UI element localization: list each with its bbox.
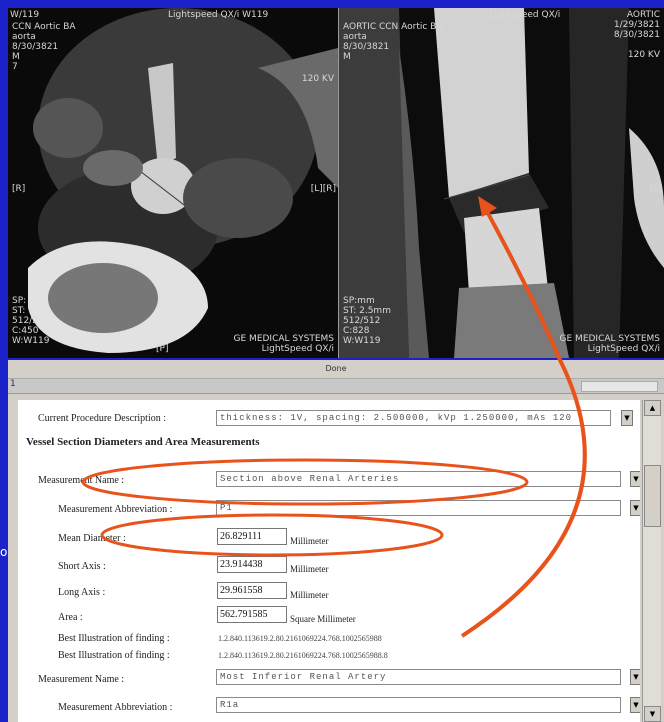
ct-left-orient-lr: [L][R] xyxy=(310,184,336,194)
m1-best2-label: Best Illustration of finding : xyxy=(58,650,170,661)
ct-left-orient-r: [R] xyxy=(12,184,26,194)
report-form: Current Procedure Description : thicknes… xyxy=(18,400,640,722)
section-heading: Vessel Section Diameters and Area Measur… xyxy=(26,436,260,448)
m1-short-unit: Millimeter xyxy=(290,564,329,574)
m1-name-field[interactable]: Section above Renal Arteries xyxy=(216,471,621,487)
m1-long-label: Long Axis : xyxy=(58,587,106,598)
ct-right-footer: GE MEDICAL SYSTEMS LightSpeed QX/i xyxy=(559,334,660,354)
m1-name-dropdown[interactable]: ▼ xyxy=(630,471,640,487)
m1-long-unit: Millimeter xyxy=(290,590,329,600)
panel-title: Done xyxy=(8,360,664,379)
ct-right-orient-l: [L] xyxy=(649,184,662,194)
m2-name-label: Measurement Name : xyxy=(38,674,125,685)
m2-abbr-field[interactable]: R1a xyxy=(216,697,621,713)
m1-name-label: Measurement Name : xyxy=(38,475,125,486)
toolbar-box xyxy=(581,381,658,392)
m1-best1-label: Best Illustration of finding : xyxy=(58,633,170,644)
m1-abbr-label: Measurement Abbreviation : xyxy=(58,504,173,515)
ct-sagittal-view[interactable]: AORTIC CCN Aortic BA aorta 8/30/3821 M L… xyxy=(339,8,664,358)
ct-left-footer: GE MEDICAL SYSTEMS LightSpeed QX/i xyxy=(233,334,334,354)
m2-name-dropdown[interactable]: ▼ xyxy=(630,669,640,685)
m1-abbr-field[interactable]: P1 xyxy=(216,500,621,516)
scroll-thumb[interactable] xyxy=(644,465,661,527)
m2-name-field[interactable]: Most Inferior Renal Artery xyxy=(216,669,621,685)
ct-left-study-info: CCN Aortic BA aorta 8/30/3821 M 7 xyxy=(12,22,76,72)
panel-toolbar: 1 xyxy=(8,379,664,394)
scroll-down-icon[interactable]: ▼ xyxy=(644,706,661,722)
m1-short-field[interactable]: 23.914438 xyxy=(217,556,287,573)
form-scrollbar[interactable]: ▲ ▼ xyxy=(642,400,661,722)
m2-abbr-dropdown[interactable]: ▼ xyxy=(630,697,640,713)
ct-right-top-right: AORTIC 1/29/3821 8/30/3821 120 KV xyxy=(613,10,660,60)
ct-left-bottom-center: [P] xyxy=(156,344,169,354)
m1-area-label: Area : xyxy=(58,612,83,623)
ct-left-kv: 120 KV xyxy=(301,74,334,84)
ct-header-center: Lightspeed QX/i W119 xyxy=(168,10,269,20)
m1-mean-unit: Millimeter xyxy=(290,536,329,546)
m1-abbr-dropdown[interactable]: ▼ xyxy=(630,500,640,516)
procedure-field[interactable]: thickness: 1V, spacing: 2.500000, kVp 1.… xyxy=(216,410,611,426)
ct-viewer: W/119 CCN Aortic BA aorta 8/30/3821 M 7 … xyxy=(8,8,664,358)
side-marker: o xyxy=(0,545,8,559)
ct-left-bottom-info: SP: ST: 512/2 C:450 W:W119 xyxy=(12,296,50,346)
report-panel: Done 1 Current Procedure Description : t… xyxy=(8,360,664,722)
m1-area-unit: Square Millimeter xyxy=(290,614,356,624)
ct-right-bottom-info: SP:mm ST: 2.5mm 512/512 C:828 W:W119 xyxy=(343,296,391,346)
m1-best1-link[interactable]: 1.2.840.113619.2.80.2161069224.768.10025… xyxy=(218,634,382,643)
ct-right-study-info: AORTIC CCN Aortic BA aorta 8/30/3821 M xyxy=(343,22,443,62)
ct-axial-view[interactable]: W/119 CCN Aortic BA aorta 8/30/3821 M 7 … xyxy=(8,8,338,358)
m1-area-field[interactable]: 562.791585 xyxy=(217,606,287,623)
m1-mean-label: Mean Diameter : xyxy=(58,533,126,544)
toolbar-number: 1 xyxy=(10,379,16,389)
ct-header-right: Lightspeed QX/i xyxy=(489,10,561,20)
m1-short-label: Short Axis : xyxy=(58,561,106,572)
scroll-up-icon[interactable]: ▲ xyxy=(644,400,661,416)
m2-abbr-label: Measurement Abbreviation : xyxy=(58,702,173,713)
m1-best2-link[interactable]: 1.2.840.113619.2.80.2161069224.768.10025… xyxy=(218,651,388,660)
m1-mean-field[interactable]: 26.829111 xyxy=(217,528,287,545)
procedure-label: Current Procedure Description : xyxy=(38,413,167,424)
procedure-dropdown-button[interactable]: ▼ xyxy=(621,410,633,426)
ct-left-top-label: W/119 xyxy=(10,10,40,20)
m1-long-field[interactable]: 29.961558 xyxy=(217,582,287,599)
